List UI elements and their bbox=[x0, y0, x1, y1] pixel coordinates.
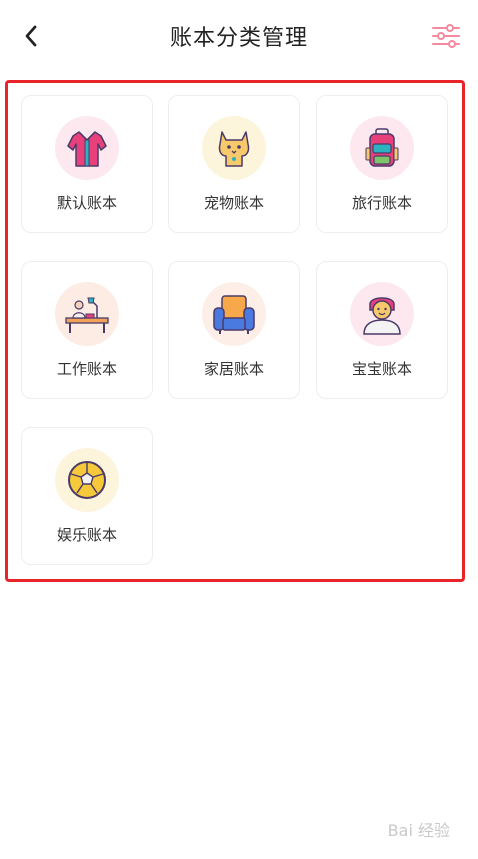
sliders-icon bbox=[432, 24, 460, 48]
book-card-travel[interactable]: 旅行账本 bbox=[316, 95, 448, 233]
book-card-entertainment[interactable]: 娱乐账本 bbox=[21, 427, 153, 565]
book-label: 工作账本 bbox=[56, 360, 117, 378]
book-card-home[interactable]: 家居账本 bbox=[168, 261, 300, 399]
book-label: 宝宝账本 bbox=[351, 360, 412, 378]
shirt-icon bbox=[55, 116, 119, 180]
page-title: 账本分类管理 bbox=[169, 26, 308, 51]
top-bar: 账本分类管理 bbox=[0, 0, 478, 72]
baby-icon bbox=[350, 282, 414, 346]
book-card-pet[interactable]: 宠物账本 bbox=[168, 95, 300, 233]
book-card-baby[interactable]: 宝宝账本 bbox=[316, 261, 448, 399]
book-label: 娱乐账本 bbox=[56, 526, 117, 544]
book-card-default[interactable]: 默认账本 bbox=[21, 95, 153, 233]
cat-icon bbox=[202, 116, 266, 180]
settings-button[interactable] bbox=[430, 20, 462, 52]
desk-icon bbox=[55, 282, 119, 346]
armchair-icon bbox=[202, 282, 266, 346]
football-icon bbox=[55, 448, 119, 512]
book-label: 默认账本 bbox=[56, 194, 117, 212]
backpack-icon bbox=[350, 116, 414, 180]
book-label: 旅行账本 bbox=[351, 194, 412, 212]
watermark: Bai 经验 bbox=[387, 821, 450, 840]
book-label: 家居账本 bbox=[203, 360, 264, 378]
book-card-work[interactable]: 工作账本 bbox=[21, 261, 153, 399]
book-label: 宠物账本 bbox=[203, 194, 264, 212]
